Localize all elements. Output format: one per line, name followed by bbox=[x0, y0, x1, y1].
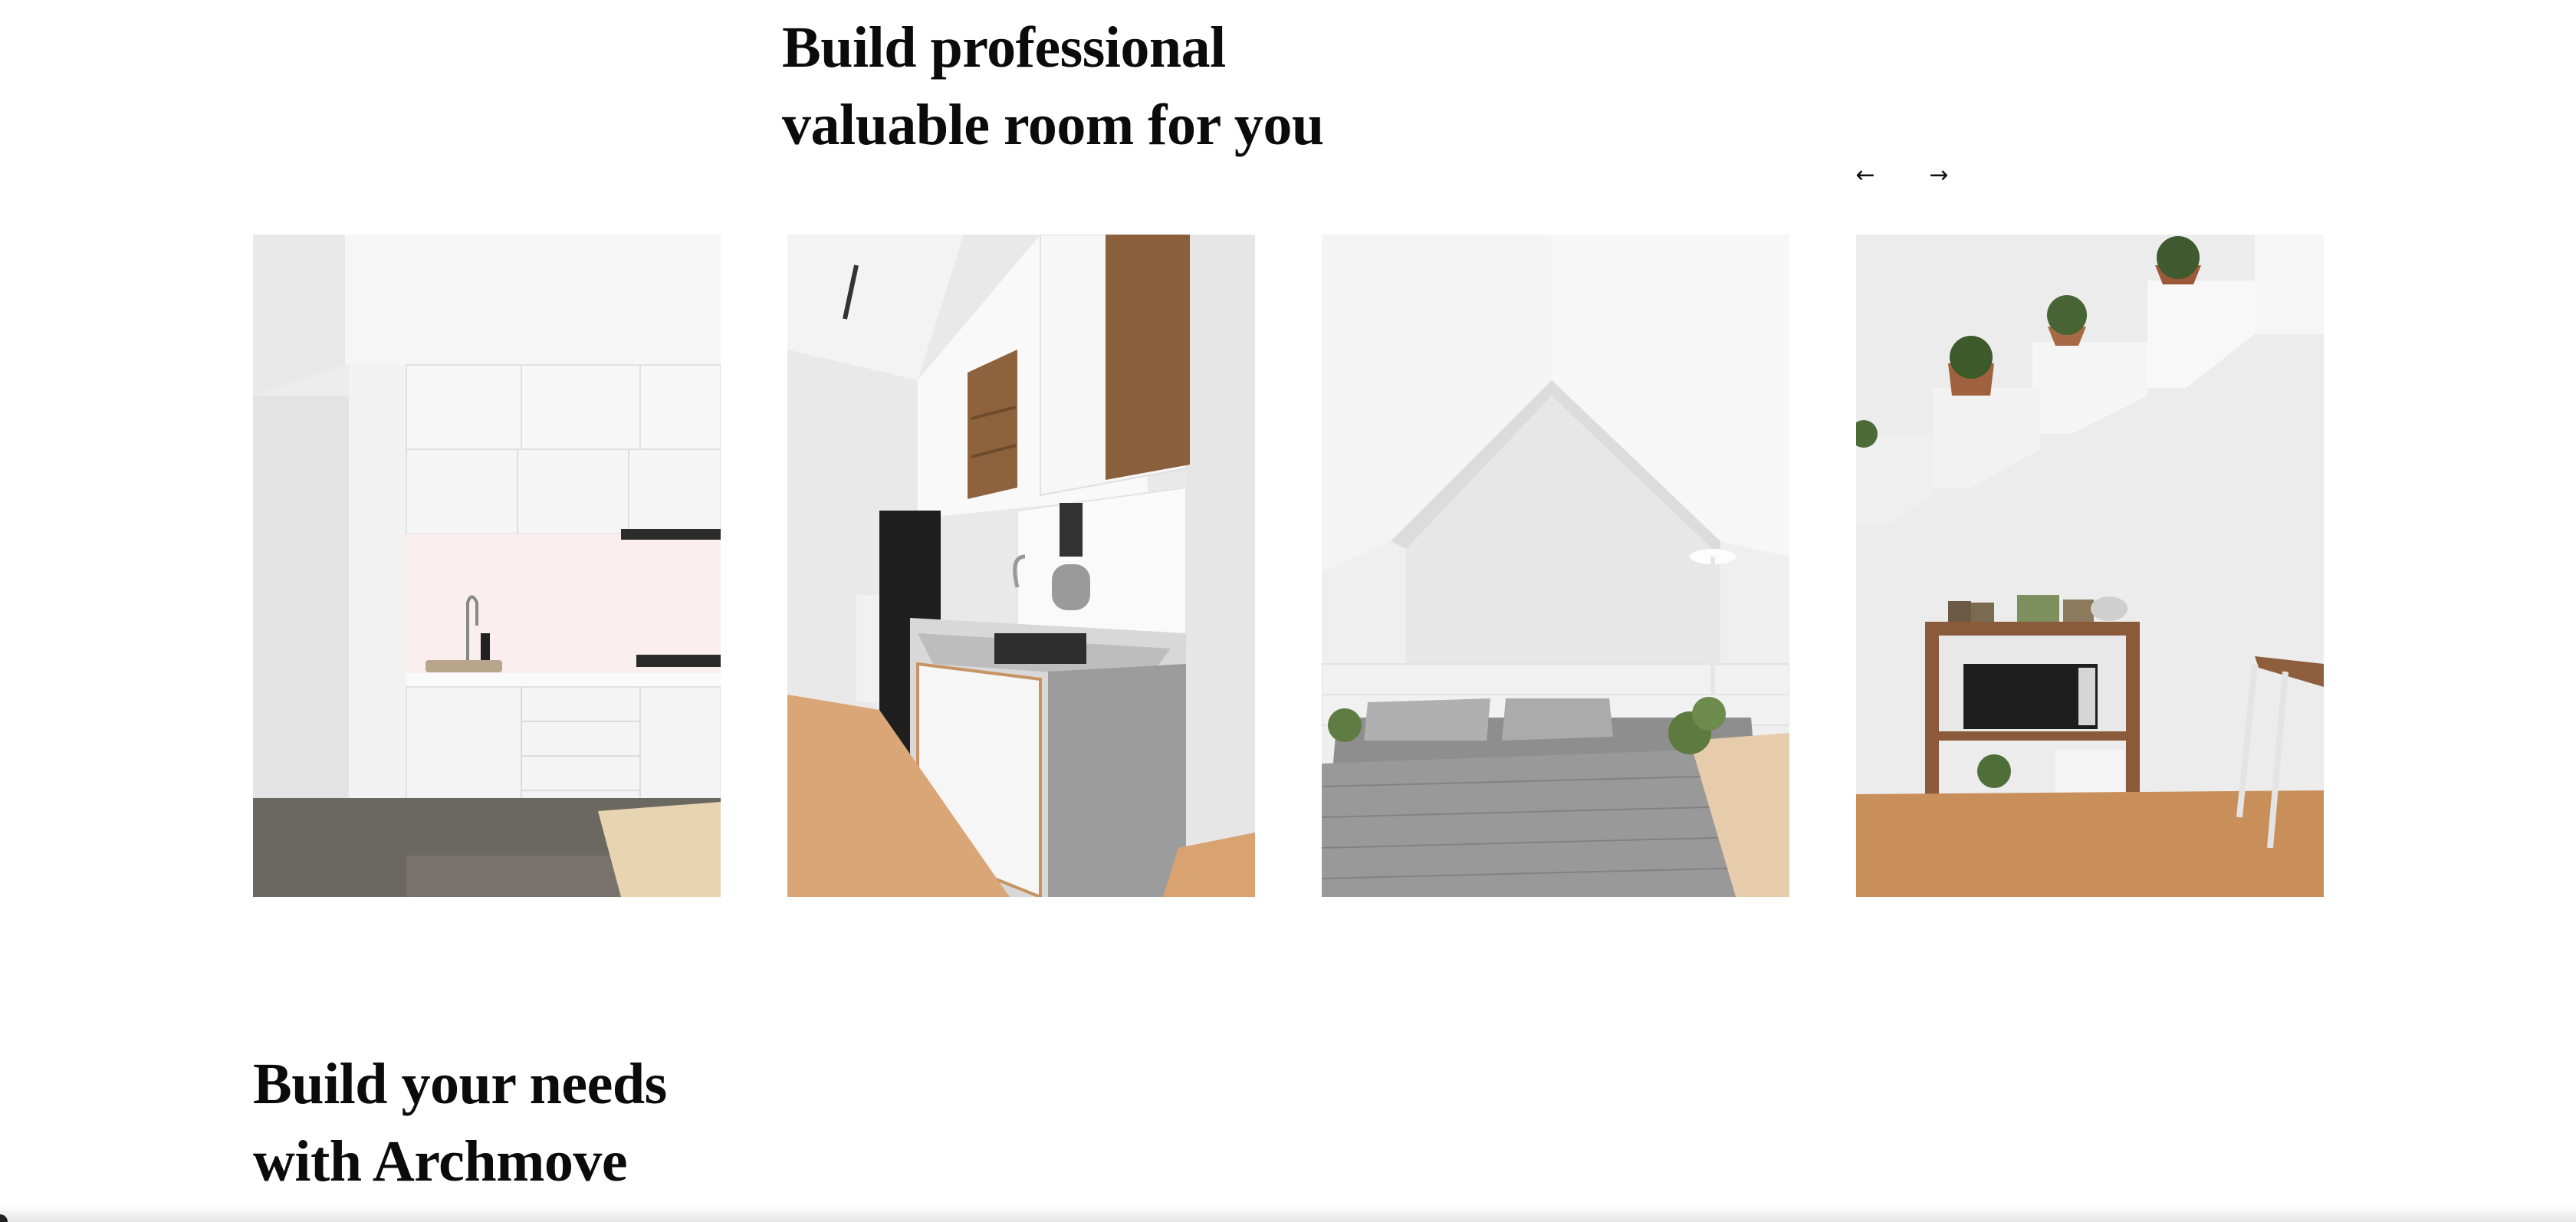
gallery-image-white-kitchen[interactable] bbox=[253, 235, 721, 897]
arrow-left-icon[interactable]: ← bbox=[1848, 157, 1883, 192]
gallery-image-white-bedroom[interactable] bbox=[1322, 235, 1789, 897]
gallery-image-compact-kitchen[interactable] bbox=[787, 235, 1255, 897]
page: Build professional valuable room for you… bbox=[0, 0, 2576, 1222]
carousel-controls: ← → bbox=[1848, 157, 1957, 192]
window-bottom-edge bbox=[0, 1205, 2576, 1222]
gallery-image-stair-shelf-cart[interactable] bbox=[1856, 235, 2324, 897]
section-title-archmove: Build your needs with Archmove bbox=[253, 1052, 667, 1194]
arrow-right-icon[interactable]: → bbox=[1921, 157, 1957, 192]
section-title-rooms: Build professional valuable room for you bbox=[782, 15, 1324, 157]
